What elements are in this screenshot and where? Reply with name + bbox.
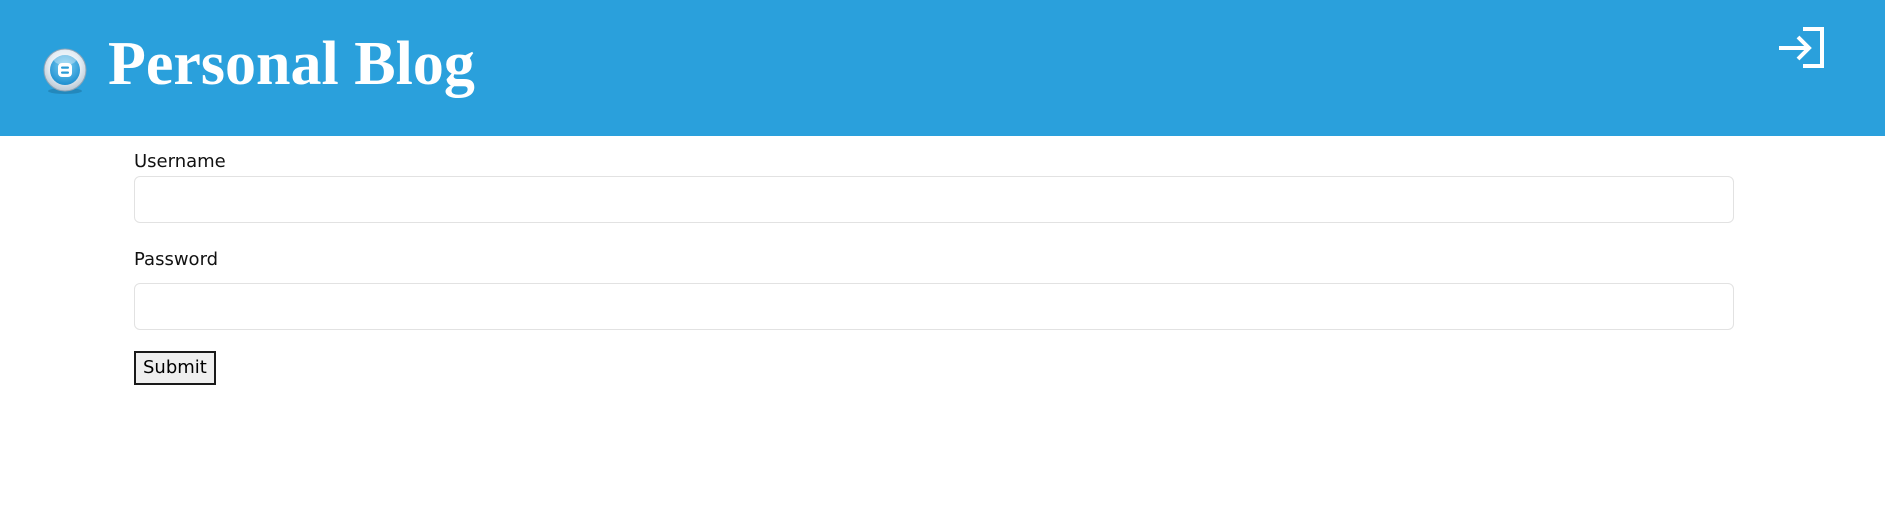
- password-input[interactable]: [134, 283, 1734, 330]
- password-label: Password: [134, 249, 219, 270]
- username-input[interactable]: [134, 176, 1734, 223]
- submit-button[interactable]: Submit: [134, 351, 216, 385]
- site-header: Personal Blog: [0, 0, 1885, 136]
- login-icon[interactable]: [1773, 25, 1831, 83]
- blogger-icon: [40, 46, 90, 96]
- username-label: Username: [134, 151, 226, 172]
- site-title: Personal Blog: [108, 30, 475, 98]
